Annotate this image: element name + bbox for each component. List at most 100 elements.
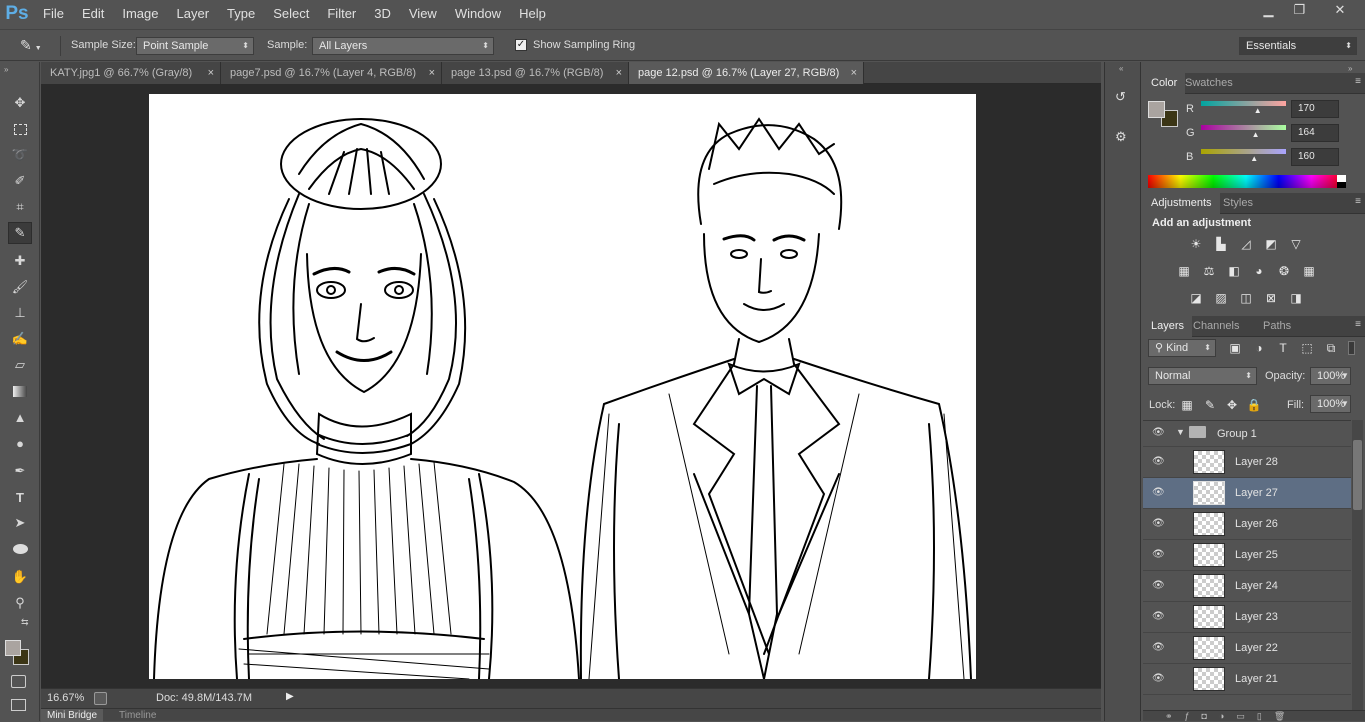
gradient-map-icon[interactable]: ⊠	[1263, 291, 1279, 305]
foreground-color-swatch[interactable]	[5, 640, 21, 656]
channel-mixer-icon[interactable]: ❂	[1276, 264, 1292, 278]
swap-colors-icon[interactable]: ⇆	[21, 617, 29, 628]
selective-color-icon[interactable]: ◨	[1288, 291, 1304, 305]
menu-type[interactable]: Type	[218, 0, 264, 28]
quick-selection-tool-icon[interactable]: ✐	[8, 170, 32, 192]
path-selection-tool-icon[interactable]: ➤	[8, 512, 32, 534]
g-value-field[interactable]: 164	[1291, 124, 1339, 142]
menu-layer[interactable]: Layer	[168, 0, 219, 28]
blend-mode-dropdown[interactable]: Normal ⬍	[1148, 367, 1257, 385]
curves-icon[interactable]: ◿	[1238, 237, 1254, 251]
layer-group-row[interactable]: 👁 ▼ Group 1	[1143, 421, 1351, 447]
r-slider-thumb[interactable]: ▲	[1254, 106, 1262, 115]
visibility-eye-icon[interactable]: 👁	[1152, 611, 1166, 623]
b-value-field[interactable]: 160	[1291, 148, 1339, 166]
visibility-eye-icon[interactable]: 👁	[1152, 549, 1166, 561]
filter-smart-object-icon[interactable]: ⧉	[1323, 341, 1339, 355]
visibility-eye-icon[interactable]: 👁	[1152, 518, 1166, 530]
layer-row[interactable]: 👁 Layer 24	[1143, 571, 1351, 602]
posterize-icon[interactable]: ▨	[1213, 291, 1229, 305]
filter-shape-icon[interactable]: ⬚	[1299, 341, 1315, 355]
move-tool-icon[interactable]: ✥	[8, 92, 32, 114]
levels-icon[interactable]: ▙	[1213, 237, 1229, 251]
tab-swatches[interactable]: Swatches	[1177, 73, 1241, 94]
brush-tool-icon[interactable]: 🖌	[8, 276, 32, 298]
close-tab-icon[interactable]: ×	[851, 62, 857, 84]
vibrance-icon[interactable]: ▽	[1288, 237, 1304, 251]
clone-stamp-tool-icon[interactable]: ⊥	[8, 302, 32, 324]
tab-page13[interactable]: page 13.psd @ 16.7% (RGB/8) ×	[442, 62, 629, 84]
hand-tool-icon[interactable]: ✋	[8, 566, 32, 588]
artwork-canvas[interactable]	[149, 94, 976, 679]
screen-mode-icon[interactable]	[11, 699, 26, 711]
properties-panel-icon[interactable]: ⚙	[1115, 129, 1132, 146]
r-value-field[interactable]: 170	[1291, 100, 1339, 118]
crop-tool-icon[interactable]: ⌗	[8, 196, 32, 218]
type-tool-icon[interactable]: T	[8, 486, 32, 508]
layer-row[interactable]: 👁 Layer 22	[1143, 633, 1351, 664]
dodge-tool-icon[interactable]: ●	[8, 432, 32, 454]
black-white-icon[interactable]: ◧	[1226, 264, 1242, 278]
close-tab-icon[interactable]: ×	[208, 62, 214, 84]
status-menu-arrow-icon[interactable]: ▶	[286, 691, 294, 702]
layer-row[interactable]: 👁 Layer 25	[1143, 540, 1351, 571]
r-slider[interactable]	[1201, 101, 1286, 106]
layers-scrollbar[interactable]	[1352, 420, 1363, 710]
sample-size-dropdown[interactable]: Point Sample ⬍	[136, 37, 254, 55]
menu-file[interactable]: File	[34, 0, 73, 28]
menu-filter[interactable]: Filter	[318, 0, 365, 28]
tab-katy[interactable]: KATY.jpg1 @ 66.7% (Gray/8) ×	[41, 62, 221, 84]
zoom-level[interactable]: 16.67%	[47, 692, 84, 704]
tab-channels[interactable]: Channels	[1185, 316, 1247, 337]
close-tab-icon[interactable]: ×	[616, 62, 622, 84]
filter-adjustment-icon[interactable]: ◑	[1251, 341, 1267, 355]
history-panel-icon[interactable]: ↺	[1115, 89, 1132, 106]
b-slider[interactable]	[1201, 149, 1286, 154]
close-button[interactable]: ✕	[1315, 0, 1365, 20]
collapse-arrows-icon[interactable]: »	[4, 65, 8, 74]
layer-row[interactable]: 👁 Layer 21	[1143, 664, 1351, 695]
collapse-arrows-icon[interactable]: »	[1348, 64, 1352, 73]
b-slider-thumb[interactable]: ▲	[1250, 154, 1258, 163]
black-swatch[interactable]	[1337, 182, 1346, 188]
panel-menu-icon[interactable]: ≡	[1355, 196, 1361, 207]
layers-footer-icons[interactable]: ⚭ƒ◘◑▭▯🗑	[1143, 710, 1365, 721]
lasso-tool-icon[interactable]: ➰	[8, 144, 32, 166]
sample-dropdown[interactable]: All Layers ⬍	[312, 37, 494, 55]
menu-3d[interactable]: 3D	[365, 0, 400, 28]
menu-window[interactable]: Window	[446, 0, 510, 28]
collapse-arrows-icon[interactable]: «	[1119, 64, 1123, 73]
lock-transparency-icon[interactable]: ▦	[1179, 398, 1195, 412]
visibility-eye-icon[interactable]: 👁	[1152, 456, 1166, 468]
document-workspace[interactable]	[41, 84, 1101, 688]
tab-page7[interactable]: page7.psd @ 16.7% (Layer 4, RGB/8) ×	[221, 62, 442, 84]
restore-button[interactable]: ❐	[1284, 0, 1315, 20]
layer-row[interactable]: 👁 Layer 28	[1143, 447, 1351, 478]
menu-edit[interactable]: Edit	[73, 0, 113, 28]
eyedropper-tool-icon[interactable]: ✎	[8, 222, 32, 244]
color-lookup-icon[interactable]: ▦	[1301, 264, 1317, 278]
ellipse-tool-icon[interactable]	[8, 538, 32, 560]
layer-row[interactable]: 👁 Layer 23	[1143, 602, 1351, 633]
marquee-tool-icon[interactable]	[8, 118, 32, 140]
tab-mini-bridge[interactable]: Mini Bridge	[41, 709, 104, 722]
fill-arrow-icon[interactable]: ▼	[1341, 395, 1353, 413]
layer-row[interactable]: 👁 Layer 26	[1143, 509, 1351, 540]
zoom-tool-icon[interactable]: ⚲	[8, 592, 32, 614]
quick-mask-icon[interactable]	[11, 675, 26, 688]
color-spectrum-ramp[interactable]	[1148, 175, 1344, 188]
panel-menu-icon[interactable]: ≡	[1355, 76, 1361, 87]
visibility-eye-icon[interactable]: 👁	[1152, 580, 1166, 592]
layer-row-selected[interactable]: 👁 Layer 27	[1143, 478, 1351, 509]
healing-brush-tool-icon[interactable]: ✚	[8, 250, 32, 272]
color-panel-foreground-swatch[interactable]	[1148, 101, 1165, 118]
tab-timeline[interactable]: Timeline	[113, 709, 162, 722]
hue-saturation-icon[interactable]: ▦	[1176, 264, 1192, 278]
pen-tool-icon[interactable]: ✒	[8, 460, 32, 482]
lock-pixels-icon[interactable]: ✎	[1202, 398, 1218, 412]
brightness-contrast-icon[interactable]: ☀	[1188, 237, 1204, 251]
invert-icon[interactable]: ◪	[1188, 291, 1204, 305]
g-slider-thumb[interactable]: ▲	[1252, 130, 1260, 139]
filter-type-icon[interactable]: T	[1275, 341, 1291, 355]
close-tab-icon[interactable]: ×	[429, 62, 435, 84]
